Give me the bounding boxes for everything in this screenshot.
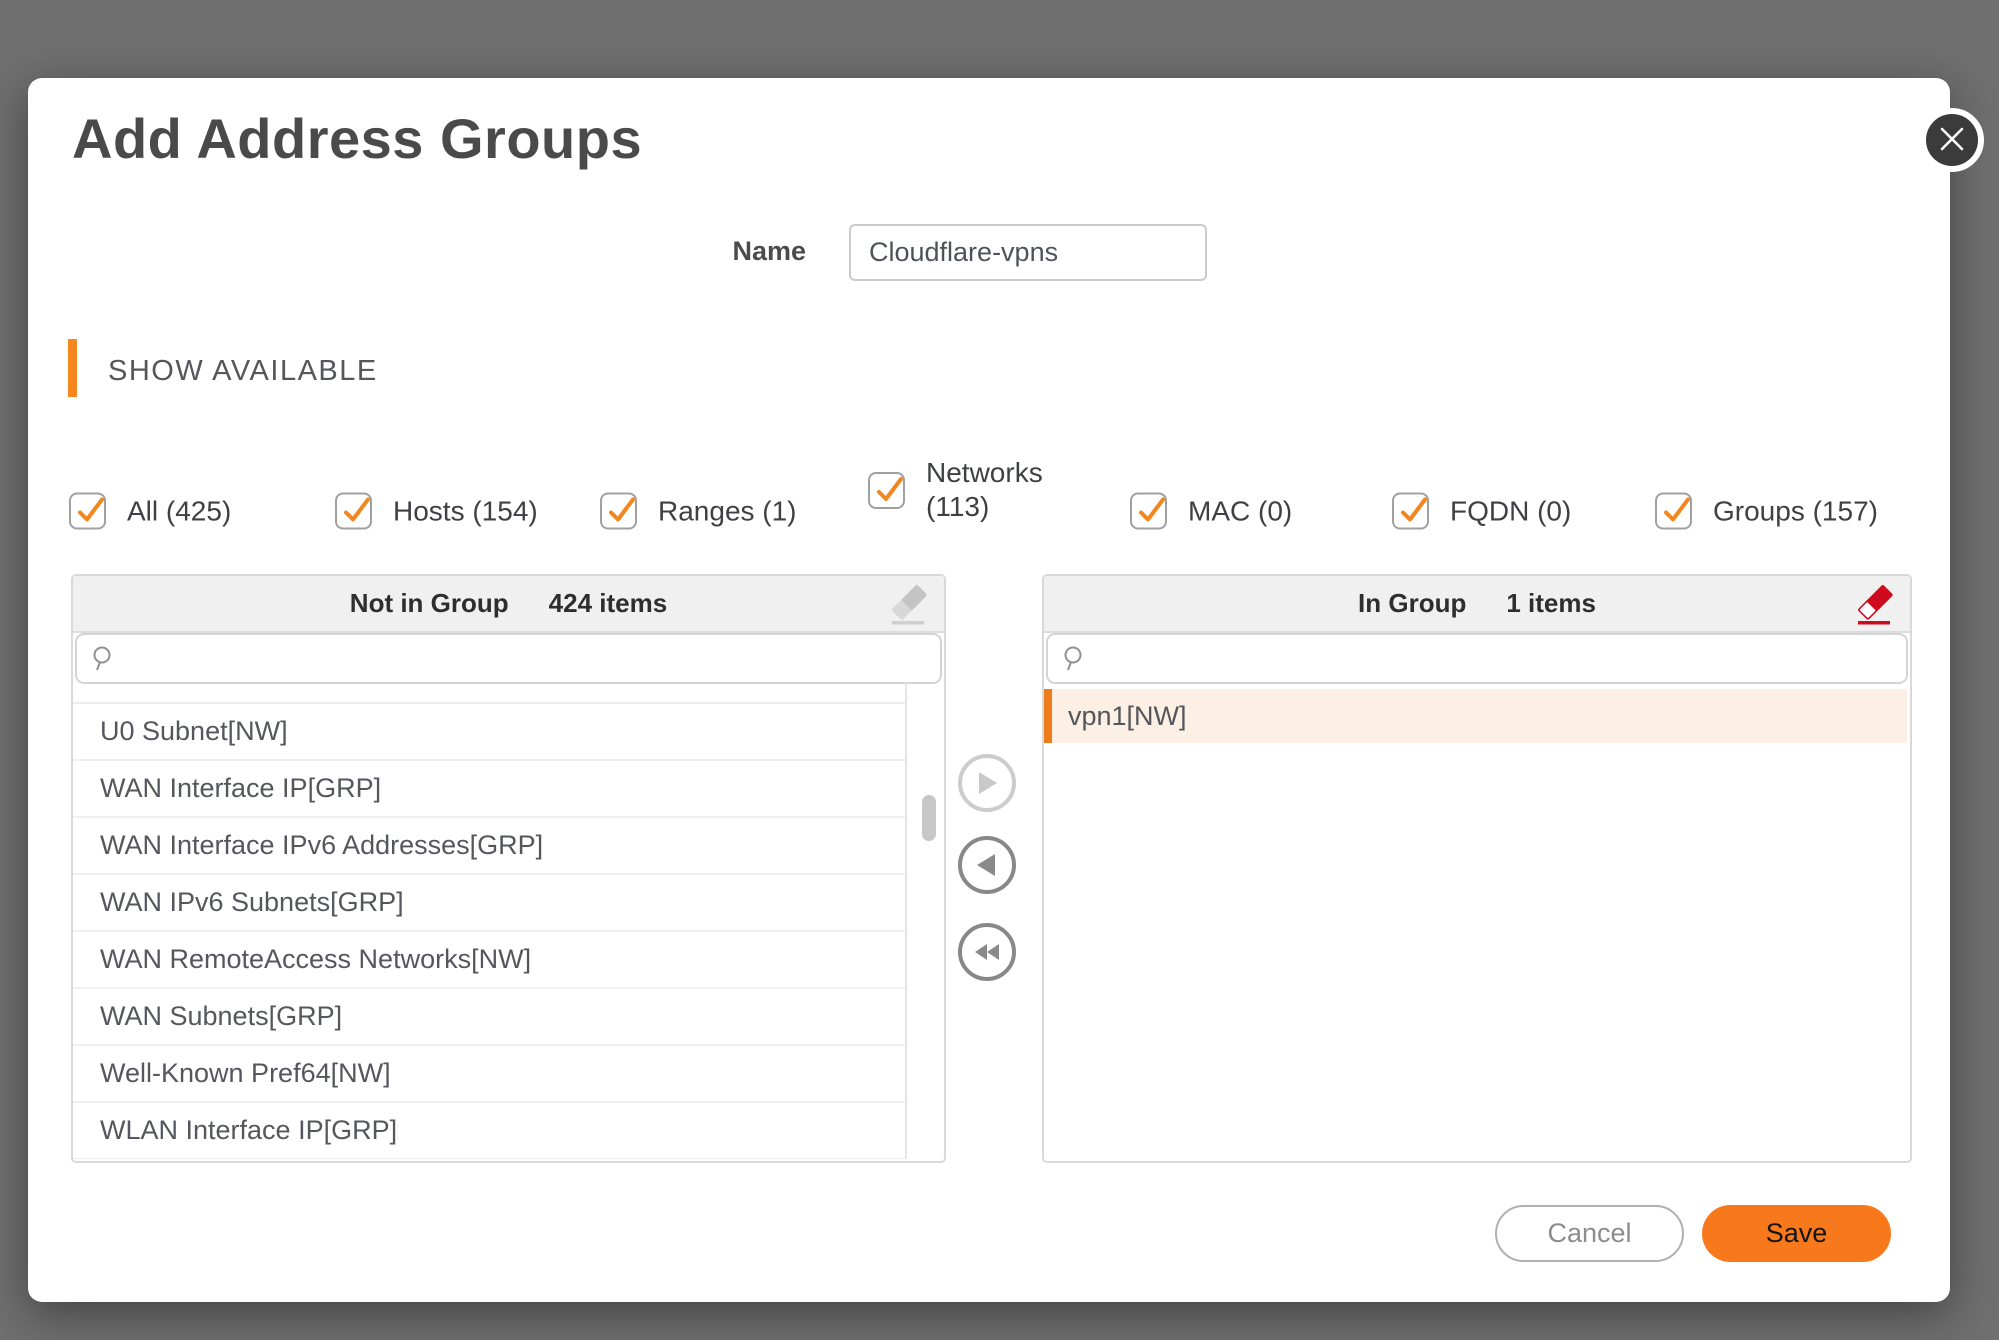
scrollbar-thumb[interactable] bbox=[922, 795, 936, 841]
check-icon bbox=[1657, 493, 1694, 530]
right-search-box bbox=[1046, 633, 1908, 684]
clear-left-list-button[interactable] bbox=[888, 584, 930, 626]
arrow-left-icon bbox=[975, 852, 999, 878]
filter-label-groups: Groups (157) bbox=[1713, 495, 1878, 527]
filter-label-networks-line1: Networks bbox=[926, 457, 1043, 488]
check-icon bbox=[870, 472, 907, 509]
list-item[interactable]: Well-Known Pref64[NW] bbox=[73, 1046, 905, 1103]
list-item[interactable]: WAN Interface IPv6 Addresses[GRP] bbox=[73, 818, 905, 875]
filter-label-all: All (425) bbox=[127, 495, 231, 527]
filter-checkbox-ranges[interactable]: Ranges (1) bbox=[600, 493, 797, 530]
in-group-title: In Group bbox=[1358, 588, 1466, 619]
checkbox-mac[interactable] bbox=[1130, 493, 1167, 530]
right-search-input[interactable] bbox=[1099, 634, 1906, 683]
list-item[interactable]: WLAN Interface IP[GRP] bbox=[73, 1103, 905, 1159]
list-item[interactable]: WAN RemoteAccess Networks[NW] bbox=[73, 932, 905, 989]
checkbox-ranges[interactable] bbox=[600, 493, 637, 530]
move-right-button[interactable] bbox=[958, 754, 1016, 812]
filter-label-fqdn: FQDN (0) bbox=[1450, 495, 1571, 527]
not-in-group-count: 424 items bbox=[549, 588, 668, 619]
close-button[interactable] bbox=[1920, 108, 1984, 172]
filter-checkbox-hosts[interactable]: Hosts (154) bbox=[335, 493, 538, 530]
filter-label-ranges: Ranges (1) bbox=[658, 495, 797, 527]
partial-row bbox=[73, 683, 905, 704]
checkbox-networks[interactable] bbox=[868, 472, 905, 509]
save-button[interactable]: Save bbox=[1702, 1205, 1891, 1262]
not-in-group-title: Not in Group bbox=[350, 588, 509, 619]
check-icon bbox=[337, 493, 374, 530]
in-group-count: 1 items bbox=[1506, 588, 1596, 619]
close-icon bbox=[1939, 126, 1965, 155]
not-in-group-header: Not in Group 424 items bbox=[73, 576, 944, 633]
filter-label-hosts: Hosts (154) bbox=[393, 495, 538, 527]
not-in-group-panel: Not in Group 424 items bbox=[71, 574, 946, 1163]
check-icon bbox=[71, 493, 108, 530]
filter-checkbox-networks[interactable]: Networks(113) bbox=[868, 456, 1043, 524]
filter-label-networks-line2: (113) bbox=[926, 491, 989, 522]
clear-right-list-button[interactable] bbox=[1854, 584, 1896, 626]
arrow-right-icon bbox=[975, 770, 999, 796]
list-rows: U0 Subnet[NW] WAN Interface IP[GRP] WAN … bbox=[73, 683, 907, 1159]
list-item[interactable]: WAN IPv6 Subnets[GRP] bbox=[73, 875, 905, 932]
filter-checkbox-all[interactable]: All (425) bbox=[69, 493, 231, 530]
eraser-red-icon bbox=[1854, 584, 1896, 628]
not-in-group-list: U0 Subnet[NW] WAN Interface IP[GRP] WAN … bbox=[73, 683, 944, 1159]
checkbox-groups[interactable] bbox=[1655, 493, 1692, 530]
checkbox-fqdn[interactable] bbox=[1392, 493, 1429, 530]
in-group-panel: In Group 1 items vpn1[NW] bbox=[1042, 574, 1912, 1163]
in-group-header: In Group 1 items bbox=[1044, 576, 1910, 633]
check-icon bbox=[1132, 493, 1169, 530]
modal-overlay: Add Address Groups Name SHOW AVAILABLE A… bbox=[0, 0, 1999, 1340]
filter-checkbox-groups[interactable]: Groups (157) bbox=[1655, 493, 1878, 530]
filter-label-mac: MAC (0) bbox=[1188, 495, 1292, 527]
selected-list-item[interactable]: vpn1[NW] bbox=[1044, 689, 1907, 743]
search-icon bbox=[1062, 645, 1089, 672]
search-icon bbox=[91, 645, 118, 672]
name-label: Name bbox=[628, 236, 806, 267]
dialog-title: Add Address Groups bbox=[72, 106, 642, 171]
check-icon bbox=[602, 493, 639, 530]
move-left-button[interactable] bbox=[958, 836, 1016, 894]
checkbox-all[interactable] bbox=[69, 493, 106, 530]
add-address-groups-dialog: Add Address Groups Name SHOW AVAILABLE A… bbox=[28, 78, 1950, 1302]
filter-checkbox-fqdn[interactable]: FQDN (0) bbox=[1392, 493, 1571, 530]
left-search-input[interactable] bbox=[128, 634, 940, 683]
checkbox-hosts[interactable] bbox=[335, 493, 372, 530]
filter-label-networks: Networks(113) bbox=[926, 456, 1043, 524]
move-all-left-button[interactable] bbox=[958, 923, 1016, 981]
filter-checkbox-mac[interactable]: MAC (0) bbox=[1130, 493, 1292, 530]
section-title: SHOW AVAILABLE bbox=[108, 355, 378, 388]
list-item[interactable]: WAN Subnets[GRP] bbox=[73, 989, 905, 1046]
double-arrow-left-icon bbox=[972, 940, 1002, 964]
check-icon bbox=[1394, 493, 1431, 530]
left-search-box bbox=[75, 633, 942, 684]
cancel-button[interactable]: Cancel bbox=[1495, 1205, 1684, 1262]
section-accent-bar bbox=[68, 339, 77, 397]
name-input[interactable] bbox=[849, 224, 1207, 281]
eraser-icon bbox=[888, 584, 930, 628]
list-item[interactable]: U0 Subnet[NW] bbox=[73, 704, 905, 761]
list-item[interactable]: WAN Interface IP[GRP] bbox=[73, 761, 905, 818]
